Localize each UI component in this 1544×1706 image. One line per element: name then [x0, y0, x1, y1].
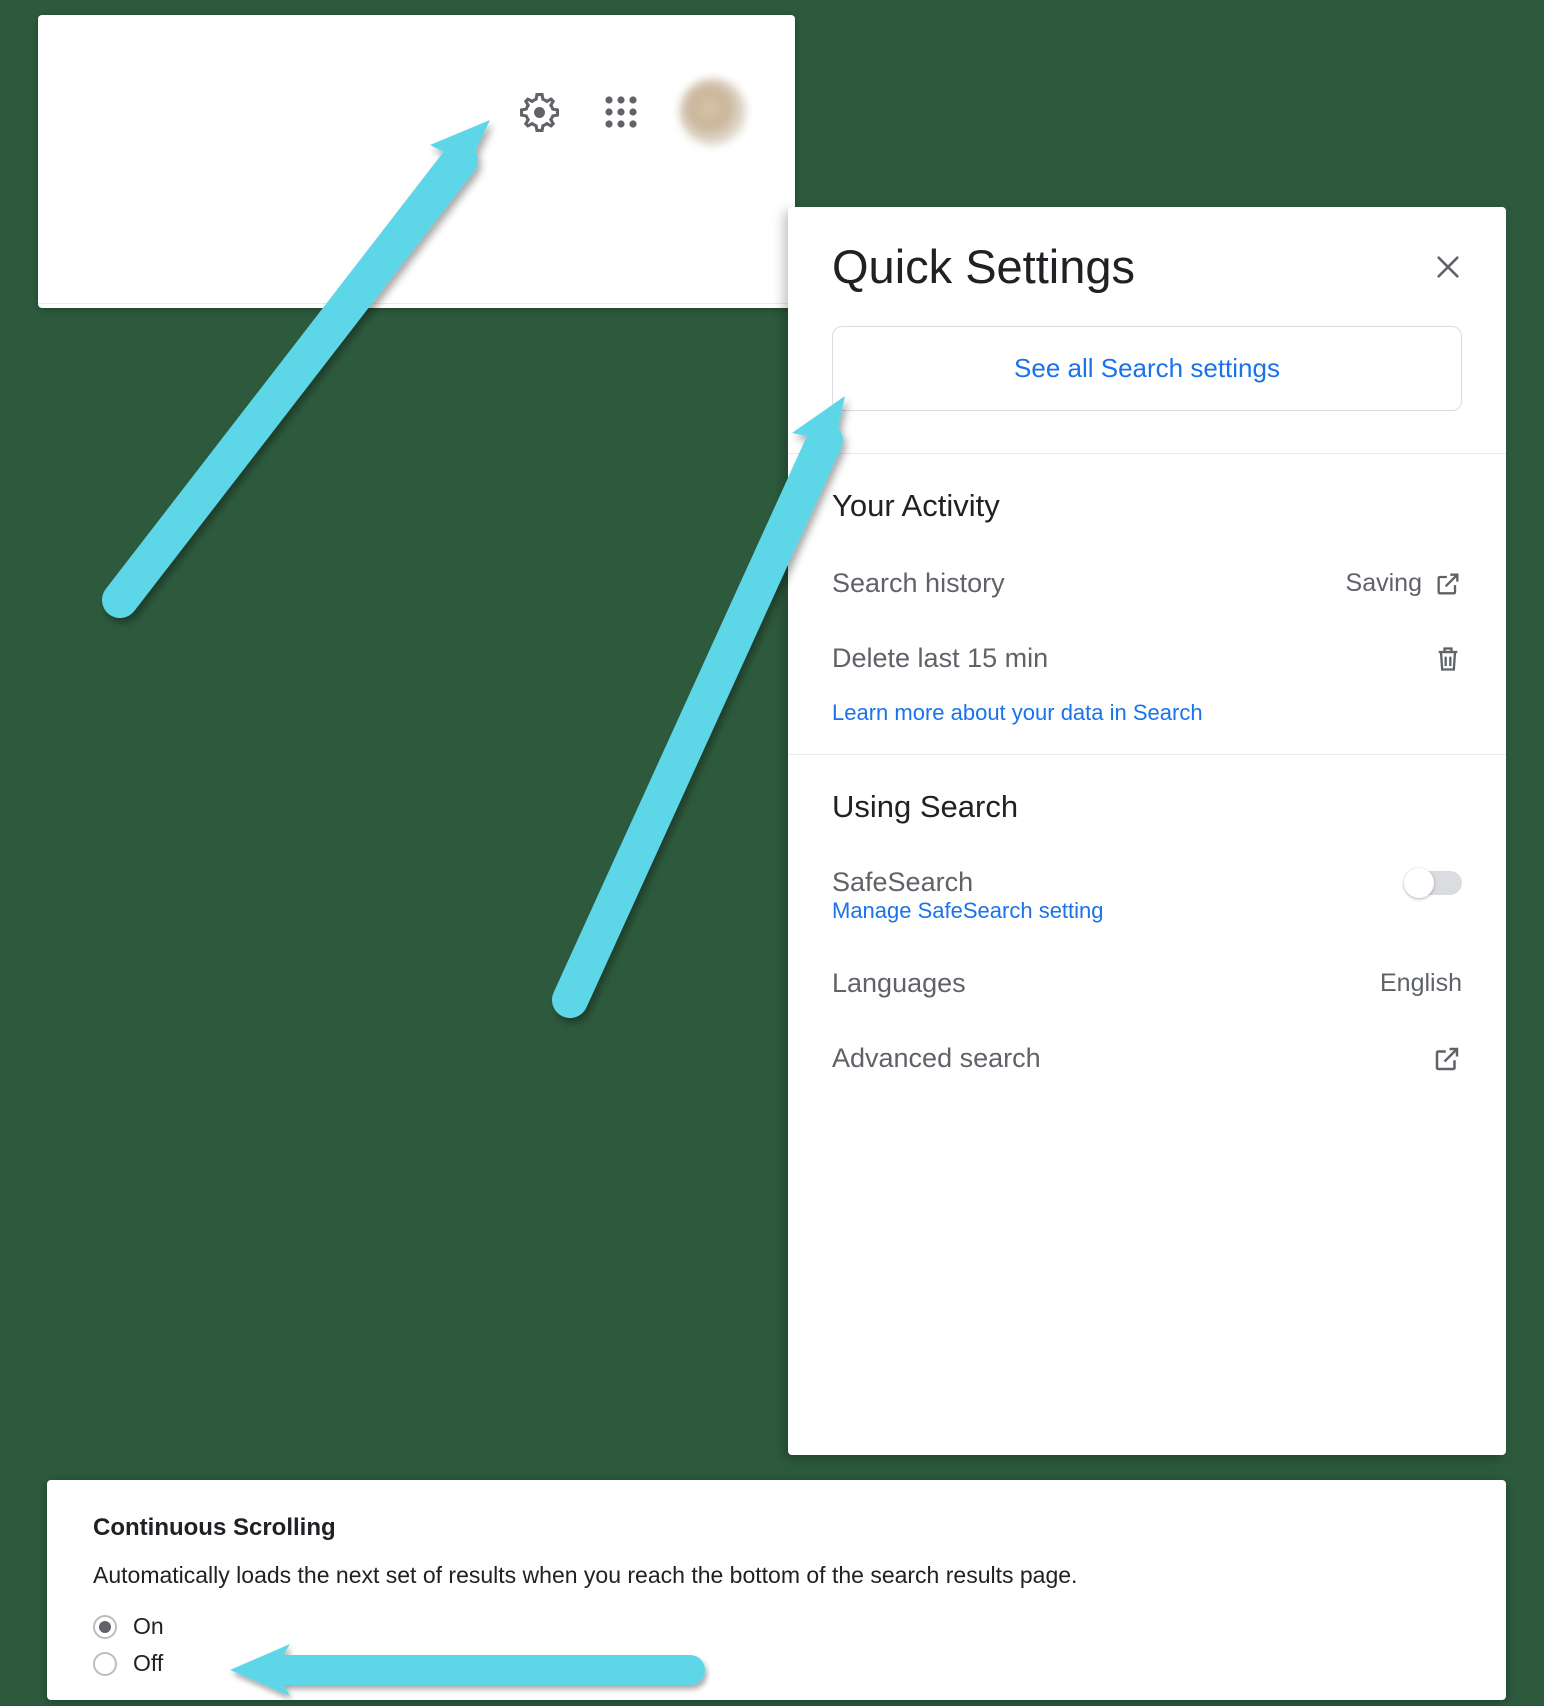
divider — [788, 754, 1506, 755]
close-icon — [1434, 253, 1462, 281]
quick-settings-header: Quick Settings — [832, 239, 1462, 294]
languages-label: Languages — [832, 968, 966, 999]
apps-grid-icon — [603, 94, 639, 130]
radio-on-row[interactable]: On — [93, 1613, 1460, 1640]
toggle-knob — [1404, 868, 1434, 898]
apps-grid-button[interactable] — [597, 88, 645, 136]
delete-last-row[interactable]: Delete last 15 min — [832, 621, 1462, 696]
advanced-search-row[interactable]: Advanced search — [832, 1021, 1462, 1096]
divider — [788, 453, 1506, 454]
continuous-scrolling-panel: Continuous Scrolling Automatically loads… — [47, 1480, 1506, 1700]
open-external-icon — [1434, 570, 1462, 598]
your-activity-heading: Your Activity — [832, 488, 1462, 524]
continuous-scrolling-description: Automatically loads the next set of resu… — [93, 1562, 1460, 1589]
radio-off[interactable] — [93, 1652, 117, 1676]
safesearch-toggle[interactable] — [1406, 871, 1462, 895]
safesearch-label: SafeSearch — [832, 867, 973, 898]
radio-off-label: Off — [133, 1650, 163, 1677]
radio-on-label: On — [133, 1613, 164, 1640]
search-history-row[interactable]: Search history Saving — [832, 546, 1462, 621]
safesearch-row: SafeSearch Manage SafeSearch setting — [832, 847, 1462, 946]
languages-row[interactable]: Languages English — [832, 946, 1462, 1021]
continuous-scrolling-title: Continuous Scrolling — [93, 1514, 1460, 1542]
header-actions — [515, 78, 747, 146]
close-button[interactable] — [1434, 253, 1462, 281]
trash-icon — [1434, 645, 1462, 673]
account-avatar[interactable] — [679, 78, 747, 146]
languages-value: English — [1380, 969, 1462, 998]
see-all-settings-button[interactable]: See all Search settings — [832, 326, 1462, 411]
search-history-status: Saving — [1346, 569, 1462, 598]
radio-off-row[interactable]: Off — [93, 1650, 1460, 1677]
learn-more-link[interactable]: Learn more about your data in Search — [832, 696, 1462, 754]
open-external-icon — [1432, 1044, 1462, 1074]
search-history-label: Search history — [832, 568, 1005, 599]
search-header-panel — [38, 15, 795, 308]
quick-settings-panel: Quick Settings See all Search settings Y… — [788, 207, 1506, 1455]
quick-settings-title: Quick Settings — [832, 239, 1135, 294]
using-search-heading: Using Search — [832, 789, 1462, 825]
manage-safesearch-link[interactable]: Manage SafeSearch setting — [832, 898, 1462, 924]
gear-icon — [519, 92, 560, 133]
advanced-search-label: Advanced search — [832, 1043, 1041, 1074]
delete-last-label: Delete last 15 min — [832, 643, 1048, 674]
settings-gear-button[interactable] — [515, 88, 563, 136]
saving-text: Saving — [1346, 569, 1422, 598]
header-divider — [38, 303, 795, 304]
radio-on[interactable] — [93, 1615, 117, 1639]
